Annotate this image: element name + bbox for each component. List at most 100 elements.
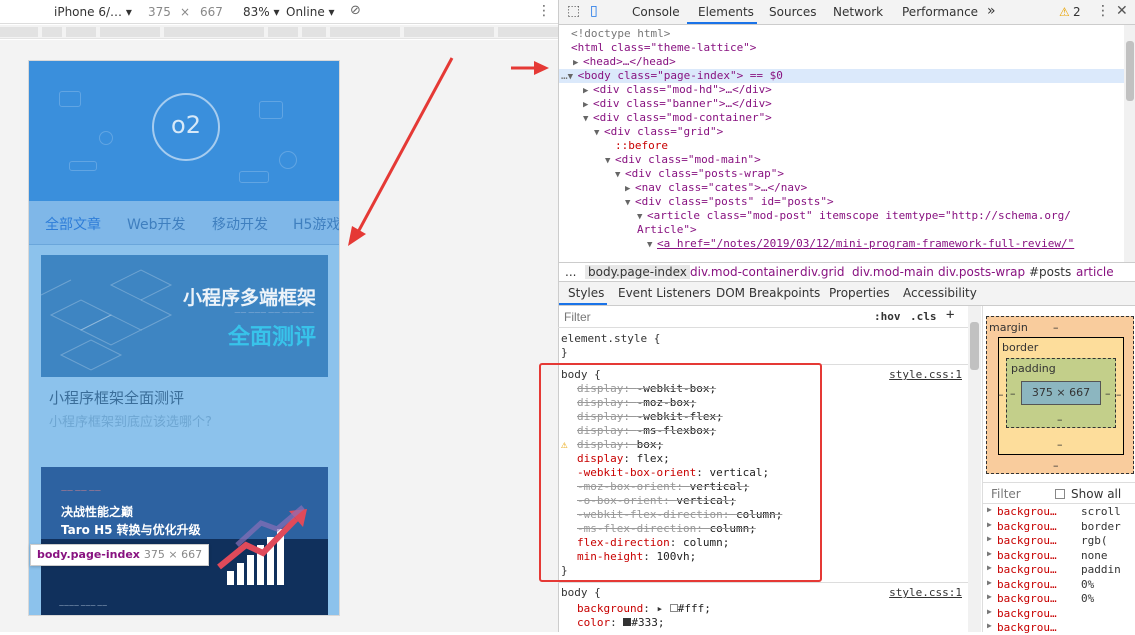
post-summary: 小程序框架到底应该选哪个?: [49, 415, 212, 430]
dom-node[interactable]: <!doctype html>: [559, 27, 1124, 41]
height-input[interactable]: 667: [200, 5, 223, 19]
dom-node[interactable]: ▼ <div class="mod-main">: [559, 153, 1124, 167]
hov-toggle[interactable]: :hov: [874, 310, 901, 323]
post-cover-image[interactable]: 小程序多端框架 —— ——— —— ——— —— 全面测评: [41, 255, 328, 377]
computed-row[interactable]: ▶ backgrou…: [983, 621, 1135, 635]
tab-console[interactable]: Console: [632, 5, 680, 19]
dom-tree: <!doctype html> <html class="theme-latti…: [559, 25, 1124, 262]
crumb[interactable]: ...: [565, 265, 576, 279]
computed-filter-input[interactable]: Filter: [991, 487, 1021, 501]
box-model-content[interactable]: 375 × 667: [1021, 381, 1101, 405]
dom-node[interactable]: ▶ <div class="mod-hd">…</div>: [559, 83, 1124, 97]
tab-event-listeners[interactable]: Event Listeners: [618, 286, 711, 300]
show-all-checkbox[interactable]: [1055, 489, 1065, 499]
styles-subtabs: Styles Event Listeners DOM Breakpoints P…: [559, 282, 1135, 306]
dom-node[interactable]: ▶ <div class="banner">…</div>: [559, 97, 1124, 111]
site-banner: o2: [29, 61, 339, 201]
tab-dom-breakpoints[interactable]: DOM Breakpoints: [716, 286, 820, 300]
style-declaration[interactable]: background: ▸ #fff;: [577, 602, 968, 616]
devtools-menu-icon[interactable]: ⋮: [1096, 3, 1110, 19]
expand-icon[interactable]: ▶: [987, 505, 992, 514]
crumb[interactable]: #posts: [1029, 265, 1071, 279]
dom-node[interactable]: ▼ <a href="/notes/2019/03/12/mini-program…: [559, 237, 1124, 251]
tab-properties[interactable]: Properties: [829, 286, 890, 300]
inspect-icon[interactable]: ⬚: [567, 3, 580, 19]
cate-h5game[interactable]: H5游戏: [293, 214, 339, 234]
cover-footer: ———— ——— ——: [59, 603, 108, 609]
more-options-icon[interactable]: ⋮: [537, 3, 551, 19]
tab-performance[interactable]: Performance: [902, 5, 978, 19]
new-rule-icon[interactable]: +: [946, 307, 954, 323]
styles-scrollbar[interactable]: [968, 306, 981, 632]
expand-icon[interactable]: ▶: [987, 549, 992, 558]
times-sign: ×: [180, 5, 191, 19]
styles-filter-row: Filter :hov .cls +: [558, 306, 968, 328]
expand-icon[interactable]: ▶: [987, 592, 992, 601]
expand-icon[interactable]: ▶: [987, 534, 992, 543]
cls-toggle[interactable]: .cls: [910, 310, 937, 323]
dom-node-selected[interactable]: …▼ <body class="page-index"> == $0: [559, 69, 1124, 84]
crumb[interactable]: article: [1076, 265, 1114, 279]
computed-filter-row: Filter Show all: [983, 482, 1135, 504]
crumb-body[interactable]: body.page-index: [585, 265, 690, 279]
dom-node[interactable]: ▼ <article class="mod-post" itemscope ite…: [559, 209, 1124, 223]
dom-node[interactable]: ▼ <div class="posts" id="posts">: [559, 195, 1124, 209]
computed-row[interactable]: ▶ backgrou… border: [983, 520, 1135, 534]
dom-node[interactable]: <html class="theme-lattice">: [559, 41, 1124, 55]
computed-row[interactable]: ▶ backgrou… scroll: [983, 505, 1135, 519]
crumb[interactable]: div.mod-container: [690, 265, 799, 279]
cate-mobile[interactable]: 移动开发: [212, 214, 268, 234]
computed-row[interactable]: ▶ backgrou… 0%: [983, 578, 1135, 592]
device-select[interactable]: iPhone 6/… ▾: [54, 5, 132, 19]
tab-accessibility[interactable]: Accessibility: [903, 286, 977, 300]
dom-node[interactable]: ▶ <head>…</head>: [559, 55, 1124, 69]
close-icon[interactable]: ✕: [1116, 3, 1128, 19]
computed-row[interactable]: ▶ backgrou…: [983, 607, 1135, 621]
expand-icon[interactable]: ▶: [987, 621, 992, 630]
tab-elements[interactable]: Elements: [698, 5, 754, 19]
computed-row[interactable]: ▶ backgrou… none: [983, 549, 1135, 563]
box-model-margin[interactable]: margin – – border – – – padding – – – 37…: [986, 316, 1134, 474]
crumb[interactable]: div.grid: [800, 265, 844, 279]
device-toggle-icon[interactable]: ▯: [590, 3, 598, 19]
styles-filter-input[interactable]: Filter: [564, 310, 591, 324]
computed-row[interactable]: ▶ backgrou… 0%: [983, 592, 1135, 606]
expand-icon[interactable]: ▶: [987, 578, 992, 587]
rule-source-link[interactable]: style.css:1: [889, 368, 962, 381]
warning-icon[interactable]: ⚠: [1059, 5, 1070, 19]
post-title[interactable]: 小程序框架全面测评: [49, 387, 184, 408]
dom-node[interactable]: ::before: [559, 139, 1124, 153]
cate-web[interactable]: Web开发: [127, 214, 186, 234]
expand-icon[interactable]: ▶: [987, 607, 992, 616]
cate-all[interactable]: 全部文章: [45, 214, 101, 234]
tab-styles[interactable]: Styles: [568, 286, 604, 300]
rotate-icon[interactable]: ⊘: [350, 3, 361, 18]
dom-node[interactable]: ▼ <div class="grid">: [559, 125, 1124, 139]
dom-node[interactable]: Article">: [559, 223, 1124, 237]
dom-node[interactable]: ▼ <div class="mod-container">: [559, 111, 1124, 125]
network-select[interactable]: Online ▾: [286, 5, 335, 19]
tab-sources[interactable]: Sources: [769, 5, 816, 19]
box-model-border[interactable]: border – – – padding – – – 375 × 667: [998, 337, 1124, 455]
element-style-selector[interactable]: element.style {: [561, 332, 968, 346]
o2-logo: o2: [152, 93, 220, 161]
computed-row[interactable]: ▶ backgrou… rgb(: [983, 534, 1135, 548]
dom-scrollbar[interactable]: [1124, 25, 1135, 262]
dom-node[interactable]: ▼ <div class="posts-wrap">: [559, 167, 1124, 181]
expand-icon[interactable]: ▶: [987, 520, 992, 529]
width-input[interactable]: 375: [148, 5, 171, 19]
box-model-padding[interactable]: padding – – – 375 × 667: [1006, 358, 1116, 428]
breadcrumb: ... body.page-index div.mod-container di…: [559, 262, 1135, 282]
post-cover-image-2[interactable]: —— —— —— 决战性能之巅 Taro H5 转换与优化升级 ———— ———…: [41, 467, 328, 615]
crumb[interactable]: div.posts-wrap: [938, 265, 1025, 279]
expand-icon[interactable]: ▶: [987, 563, 992, 572]
crumb[interactable]: div.mod-main: [852, 265, 934, 279]
more-tabs-icon[interactable]: »: [987, 3, 996, 19]
zoom-select[interactable]: 83% ▾: [243, 5, 280, 19]
rule-source-link-2[interactable]: style.css:1: [889, 586, 962, 599]
tab-network[interactable]: Network: [833, 5, 883, 19]
media-query-ruler[interactable]: [0, 25, 558, 39]
style-declaration[interactable]: color: #333;: [577, 616, 968, 630]
computed-row[interactable]: ▶ backgrou… paddin: [983, 563, 1135, 577]
dom-node[interactable]: ▶ <nav class="cates">…</nav>: [559, 181, 1124, 195]
